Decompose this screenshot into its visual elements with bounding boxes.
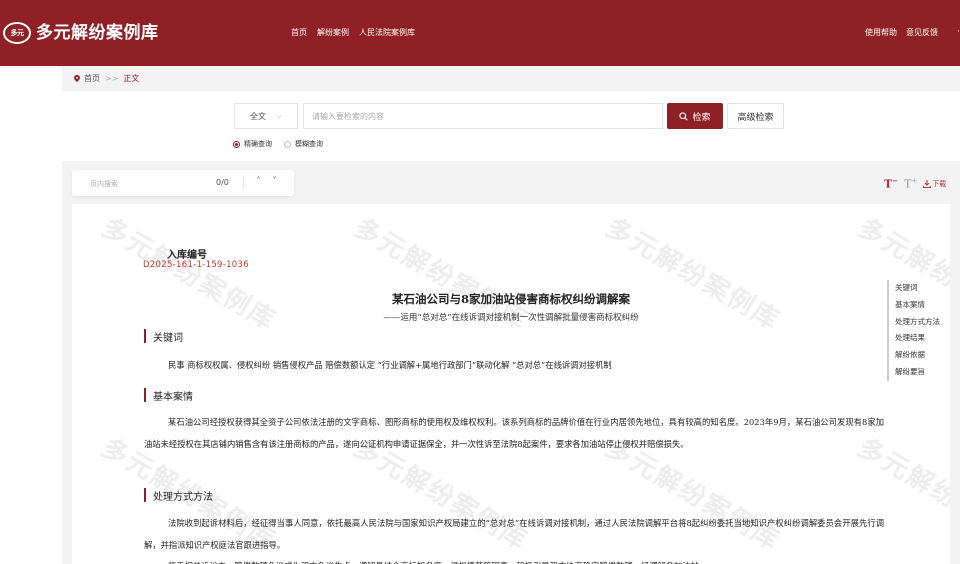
find-match-count: 0/0 [216,178,229,187]
advanced-search-button[interactable]: 高级检索 [727,103,784,129]
search-mode-group: 精确查询 模糊查询 [233,139,323,149]
exact-search-radio[interactable] [233,140,240,148]
fuzzy-search-radio[interactable] [284,140,291,148]
search-button[interactable]: 检索 [667,103,723,129]
case-subtitle: ——运用“总对总”在线诉调对接机制一次性调解批量侵害商标权纠纷 [383,313,639,323]
font-increase-button[interactable]: T+ [904,177,917,191]
chevron-down-icon: ⌵ [275,111,283,120]
section-heading-keywords: 关键词 [144,329,183,344]
chevron-down-icon[interactable]: ˅ [272,176,277,187]
site-title[interactable]: 多元解纷案例库 [36,22,159,44]
keywords-text: 民事 商标权权属、侵权纠纷 销售侵权产品 赔偿数额认定 “行业调解+属地行政部门… [168,360,612,370]
font-decrease-label: T [884,177,893,191]
registration-number: D2025-161-1-159-1036 [143,260,249,270]
exact-search-option[interactable]: 精确查询 [233,139,272,149]
breadcrumb: 首页 >> 正文 [62,66,960,91]
help-link[interactable]: 使用帮助 [865,28,897,38]
header-right-links: 使用帮助 意见反馈 · [865,27,960,38]
outline-item-keywords[interactable]: 关键词 [889,280,940,297]
find-in-page-input[interactable]: 页内搜索 [90,179,118,189]
search-scope-value: 全文 [249,111,266,121]
nav-dispute-cases[interactable]: 解纷案例 [317,28,349,38]
breadcrumb-home[interactable]: 首页 [84,73,100,84]
next-paragraph-text: 鉴于相关诉讼中，赔偿数额争议成为双方争议焦点，调解员结合商标知名度、侵权情节等因… [144,556,884,564]
font-decrease-button[interactable]: T− [884,176,898,191]
site-logo-icon[interactable]: 多元 [3,22,31,44]
outline-item-basis[interactable]: 解纷依据 [889,347,940,364]
download-icon [923,179,932,188]
section-heading-method: 处理方式方法 [144,488,213,503]
top-header: 多元 多元解纷案例库 首页 解纷案例 人民法院案例库 使用帮助 意见反馈 · [0,0,960,66]
search-icon [679,111,689,121]
download-button[interactable]: 下载 [923,179,946,189]
registration-label: 入库编号 [167,250,207,261]
breadcrumb-separator: >> [105,74,119,83]
nav-home[interactable]: 首页 [291,28,307,38]
search-scope-select[interactable]: 全文 ⌵ [234,103,298,129]
top-nav: 首页 解纷案例 人民法院案例库 [291,28,415,38]
breadcrumb-current: 正文 [123,74,140,83]
outline-item-facts[interactable]: 基本案情 [889,297,940,314]
search-button-label: 检索 [692,112,711,123]
search-input[interactable] [303,103,663,129]
outline-item-method[interactable]: 处理方式方法 [889,314,940,331]
outline-item-gist[interactable]: 解纷要旨 [889,364,940,381]
case-document: 多元解纷案例库 多元解纷案例库 多元解纷案例库 多元解纷案例库 多元解纷案例库 … [72,204,950,564]
exact-search-label: 精确查询 [244,140,272,148]
left-margin [0,66,62,564]
find-in-page-bar: 页内搜索 0/0 ˄ ˅ [72,170,294,196]
facts-text: 某石油公司经授权获得其全资子公司依法注册的文字商标、图形商标的使用权及维权权利。… [144,417,884,449]
section-heading-facts: 基本案情 [144,388,193,403]
method-text: 法院收到起诉材料后，经征得当事人同意，依托最高人民法院与国家知识产权局建立的“总… [144,518,884,550]
logo-text: 多元 [10,29,25,37]
download-label: 下载 [932,179,947,188]
nav-court-case-library[interactable]: 人民法院案例库 [359,28,415,38]
reading-tools: T− T+ 下载 [884,176,946,191]
chevron-up-icon[interactable]: ˄ [256,176,261,187]
document-outline: 关键词 基本案情 处理方式方法 处理结果 解纷依据 解纷要旨 [887,280,940,381]
find-divider [243,177,244,189]
more-icon[interactable]: · [957,27,960,37]
fuzzy-search-option[interactable]: 模糊查询 [284,139,323,149]
feedback-link[interactable]: 意见反馈 [906,28,938,38]
location-pin-icon [74,75,80,82]
case-title: 某石油公司与8家加油站侵害商标权纠纷调解案 [392,292,630,306]
outline-item-result[interactable]: 处理结果 [889,330,940,347]
search-panel: 全文 ⌵ 检索 高级检索 精确查询 模糊查询 [62,91,960,161]
fuzzy-search-label: 模糊查询 [295,140,323,148]
